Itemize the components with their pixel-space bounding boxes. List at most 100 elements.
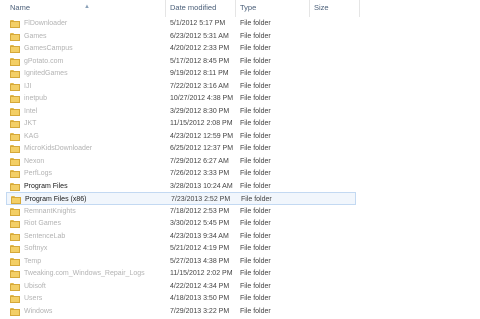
column-header-size-label: Size xyxy=(314,3,329,12)
file-row[interactable]: PerfLogs 7/26/2012 3:33 PM File folder xyxy=(6,167,356,180)
file-name: Riot Games xyxy=(24,220,61,227)
file-type: File folder xyxy=(240,132,271,140)
file-name: Program Files xyxy=(24,182,68,190)
file-name: GamesCampus xyxy=(24,45,73,52)
file-row[interactable]: Nexon 7/29/2012 6:27 AM File folder xyxy=(6,155,356,168)
column-header-type-label: Type xyxy=(240,3,257,12)
file-name: Tweaking.com_Windows_Repair_Logs xyxy=(24,270,145,277)
column-header-bar: Name ▲ Date modified Type Size xyxy=(0,0,480,17)
file-row[interactable]: gPotato.com 5/17/2012 8:45 PM File folder xyxy=(6,55,356,68)
file-row[interactable]: FlDownloader 5/1/2012 5:17 PM File folder xyxy=(6,17,356,30)
folder-icon xyxy=(10,107,20,116)
file-date-modified: 7/26/2012 3:33 PM xyxy=(170,170,230,177)
file-name: Ubisoft xyxy=(24,282,46,290)
file-type: File folder xyxy=(240,257,271,265)
file-date-modified: 4/22/2012 4:34 PM xyxy=(170,282,230,290)
file-row[interactable]: SentenceLab 4/23/2013 9:34 AM File folder xyxy=(6,230,356,243)
file-type: File folder xyxy=(240,145,271,152)
file-name: RemnantKnights xyxy=(24,207,76,215)
folder-icon xyxy=(10,82,20,91)
file-type: File folder xyxy=(240,232,271,240)
file-date-modified: 6/25/2012 12:37 PM xyxy=(170,145,234,152)
folder-icon xyxy=(10,220,20,228)
folder-icon xyxy=(11,196,21,204)
column-header-size[interactable]: Size xyxy=(310,0,360,17)
file-row[interactable]: Softnyx 5/21/2012 4:19 PM File folder xyxy=(6,242,356,255)
file-date-modified: 3/30/2012 5:45 PM xyxy=(170,220,230,227)
file-row[interactable]: JKT 11/15/2012 2:08 PM File folder xyxy=(6,117,356,130)
column-header-name-label: Name xyxy=(10,3,31,12)
file-type: File folder xyxy=(240,295,271,302)
file-date-modified: 11/15/2012 2:08 PM xyxy=(170,120,233,127)
folder-icon xyxy=(10,145,20,153)
file-name: Softnyx xyxy=(24,245,48,252)
folder-icon xyxy=(10,207,20,216)
folder-icon xyxy=(10,232,20,241)
file-date-modified: 7/22/2012 3:16 AM xyxy=(170,82,229,90)
file-date-modified: 3/29/2012 8:30 PM xyxy=(170,107,230,115)
file-row[interactable]: Program Files 3/28/2013 10:24 AM File fold… xyxy=(6,180,356,193)
file-type: File folder xyxy=(240,307,271,315)
folder-icon xyxy=(10,245,20,253)
file-row[interactable]: IJI 7/22/2012 3:16 AM File folder xyxy=(6,80,356,93)
file-type: File folder xyxy=(240,82,271,90)
sort-up-icon: ▲ xyxy=(84,4,90,10)
folder-icon xyxy=(10,307,20,316)
file-name: Temp xyxy=(24,257,42,265)
file-row[interactable]: Tweaking.com_Windows_Repair_Logs 11/15/20… xyxy=(6,267,356,280)
file-date-modified: 4/23/2012 12:59 PM xyxy=(170,132,234,140)
file-type: File folder xyxy=(240,207,271,215)
file-name: JKT xyxy=(24,120,37,127)
file-name: KAG xyxy=(24,132,39,140)
file-name: Games xyxy=(24,32,47,40)
file-date-modified: 4/20/2012 2:33 PM xyxy=(170,45,230,52)
file-row[interactable]: inetpub 10/27/2012 4:38 PM File folder xyxy=(6,92,356,105)
file-date-modified: 5/27/2013 4:38 PM xyxy=(170,257,230,265)
folder-icon xyxy=(10,57,20,66)
file-row[interactable]: Users 4/18/2013 3:50 PM File folder xyxy=(6,292,356,305)
file-date-modified: 4/18/2013 3:50 PM xyxy=(170,295,230,302)
file-name: PerfLogs xyxy=(24,170,53,177)
file-row[interactable]: Temp 5/27/2013 4:38 PM File folder xyxy=(6,255,356,268)
folder-icon xyxy=(10,270,20,278)
file-row[interactable]: RemnantKnights 7/18/2012 2:53 PM File fold… xyxy=(6,205,356,218)
column-header-name[interactable]: Name ▲ xyxy=(6,0,166,17)
folder-icon xyxy=(10,95,20,103)
file-name: gPotato.com xyxy=(24,57,64,65)
file-name: FlDownloader xyxy=(24,20,68,27)
file-type: File folder xyxy=(240,270,271,277)
file-type: File folder xyxy=(240,182,271,190)
file-type: File folder xyxy=(240,70,271,77)
file-date-modified: 3/28/2013 10:24 AM xyxy=(170,182,233,190)
file-row[interactable]: Ubisoft 4/22/2012 4:34 PM File folder xyxy=(6,280,356,293)
file-type: File folder xyxy=(240,245,271,252)
folder-icon xyxy=(10,45,20,53)
column-header-date-modified[interactable]: Date modified xyxy=(166,0,236,17)
file-date-modified: 5/1/2012 5:17 PM xyxy=(170,20,226,27)
file-row[interactable]: KAG 4/23/2012 12:59 PM File folder xyxy=(6,130,356,143)
file-row[interactable]: IgnitedGames 9/19/2012 8:11 PM File folder xyxy=(6,67,356,80)
folder-icon xyxy=(10,182,20,191)
file-row[interactable]: Windows 7/29/2013 3:22 PM File folder xyxy=(6,305,356,318)
file-row[interactable]: GamesCampus 4/20/2012 2:33 PM File folder xyxy=(6,42,356,55)
file-date-modified: 4/23/2013 9:34 AM xyxy=(170,232,229,240)
column-header-type[interactable]: Type xyxy=(236,0,310,17)
file-type: File folder xyxy=(240,157,271,165)
file-date-modified: 7/29/2013 3:22 PM xyxy=(170,307,230,315)
file-row[interactable]: Games 6/23/2012 5:31 AM File folder xyxy=(6,30,356,43)
folder-icon xyxy=(10,170,20,178)
folder-icon xyxy=(10,282,20,291)
file-type: File folder xyxy=(240,32,271,40)
file-date-modified: 7/18/2012 2:53 PM xyxy=(170,207,230,215)
folder-icon xyxy=(10,20,20,28)
file-type: File folder xyxy=(240,57,271,65)
file-date-modified: 7/29/2012 6:27 AM xyxy=(170,157,229,165)
file-row[interactable]: Riot Games 3/30/2012 5:45 PM File folder xyxy=(6,217,356,230)
file-row[interactable]: Program Files (x86) 7/23/2013 2:52 PM File… xyxy=(6,192,356,205)
file-date-modified: 5/21/2012 4:19 PM xyxy=(170,245,230,252)
file-row[interactable]: Intel 3/29/2012 8:30 PM File folder xyxy=(6,105,356,118)
file-name: IJI xyxy=(24,82,32,90)
file-type: File folder xyxy=(240,220,271,227)
file-row[interactable]: MicroKidsDownloader 6/25/2012 12:37 PM Fil… xyxy=(6,142,356,155)
file-name: inetpub xyxy=(24,95,47,102)
